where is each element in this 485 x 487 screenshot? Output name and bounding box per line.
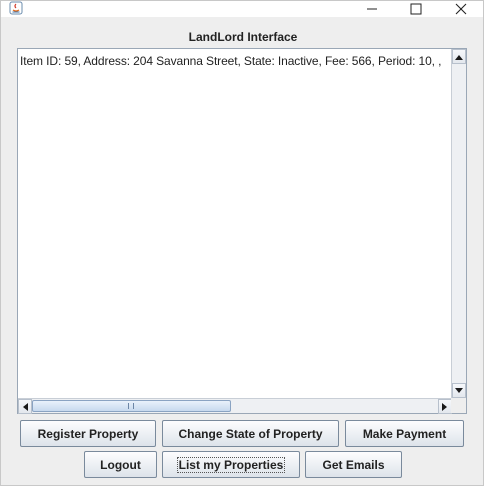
- properties-scroll-pane: Item ID: 59, Address: 204 Savanna Street…: [17, 48, 467, 414]
- maximize-icon[interactable]: [394, 1, 438, 17]
- java-app-icon: [9, 1, 23, 15]
- register-property-button[interactable]: Register Property: [20, 420, 156, 447]
- logout-label: Logout: [100, 457, 141, 472]
- vertical-scroll-track[interactable]: [452, 64, 466, 383]
- scroll-up-icon[interactable]: [452, 49, 466, 64]
- list-properties-button[interactable]: List my Properties: [162, 451, 300, 478]
- make-payment-button[interactable]: Make Payment: [345, 420, 464, 447]
- get-emails-button[interactable]: Get Emails: [305, 451, 402, 478]
- close-icon[interactable]: [439, 1, 483, 17]
- landlord-window: LandLord Interface Item ID: 59, Address:…: [0, 0, 484, 486]
- change-state-button[interactable]: Change State of Property: [162, 420, 339, 447]
- scroll-right-icon[interactable]: [438, 399, 452, 414]
- scroll-left-icon[interactable]: [18, 399, 32, 414]
- text-line: Item ID: 59, Address: 204 Savanna Street…: [20, 54, 442, 68]
- scroll-down-icon[interactable]: [452, 383, 466, 398]
- properties-text-area[interactable]: Item ID: 59, Address: 204 Savanna Street…: [19, 50, 452, 398]
- get-emails-label: Get Emails: [322, 457, 385, 472]
- register-property-label: Register Property: [37, 426, 139, 441]
- page-title: LandLord Interface: [188, 30, 298, 44]
- make-payment-label: Make Payment: [362, 426, 447, 441]
- scroll-corner: [451, 398, 466, 413]
- horizontal-scrollbar[interactable]: [18, 398, 452, 414]
- title-bar[interactable]: [1, 1, 483, 17]
- list-properties-label: List my Properties: [176, 456, 286, 473]
- vertical-scrollbar[interactable]: [451, 49, 466, 398]
- minimize-icon[interactable]: [350, 1, 394, 17]
- change-state-label: Change State of Property: [178, 426, 323, 441]
- logout-button[interactable]: Logout: [84, 451, 157, 478]
- horizontal-scroll-thumb[interactable]: [32, 400, 231, 412]
- scroll-grip-icon: [128, 403, 134, 409]
